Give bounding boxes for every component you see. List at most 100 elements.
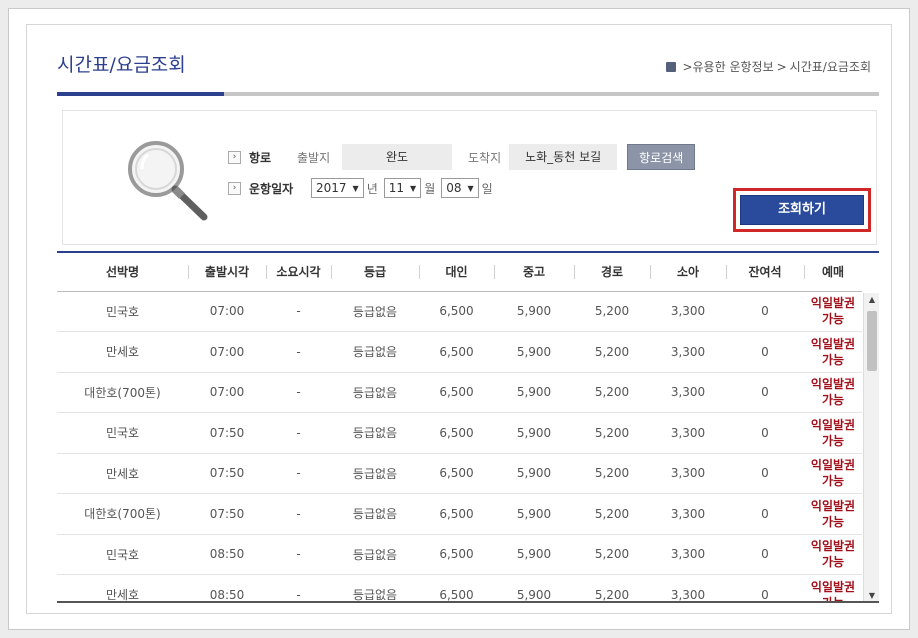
table-cell: 3,300 xyxy=(650,574,726,601)
table-cell: 만세호 xyxy=(57,331,188,373)
year-unit: 년 xyxy=(366,181,378,196)
day-unit: 일 xyxy=(481,181,493,196)
reservation-status: 익일발권 가능 xyxy=(804,493,862,535)
table-cell: 6,500 xyxy=(419,574,494,601)
table-cell: 등급없음 xyxy=(331,493,419,535)
breadcrumb-item-current[interactable]: 시간표/요금조회 xyxy=(790,58,871,75)
bullet-arrow-icon: › xyxy=(228,181,241,195)
schedule-table-container: 선박명 출발시각 소요시각 등급 대인 중고 경로 소아 잔여석 예매 민국호 07:00- 등급없음… xyxy=(57,251,879,601)
table-cell: 5,200 xyxy=(574,493,650,535)
route-label: 항로 xyxy=(249,150,272,165)
table-scrollbar[interactable]: ▲ ▼ xyxy=(863,293,879,601)
column-header: 출발시각 xyxy=(188,253,266,292)
table-cell: 0 xyxy=(726,493,804,535)
day-select[interactable]: 08 ▼ xyxy=(441,178,479,198)
table-cell: 5,900 xyxy=(494,372,574,413)
table-cell: 0 xyxy=(726,412,804,454)
query-button-highlight: 조회하기 xyxy=(733,188,871,232)
schedule-table: 선박명 출발시각 소요시각 등급 대인 중고 경로 소아 잔여석 예매 민국호 07:00- 등급없음… xyxy=(57,253,862,601)
table-cell: 등급없음 xyxy=(331,534,419,575)
table-cell: 등급없음 xyxy=(331,574,419,601)
year-select[interactable]: 2017 ▼ xyxy=(311,178,364,198)
breadcrumb-item-info[interactable]: >유용한 운항정보 xyxy=(682,58,773,75)
table-cell: 3,300 xyxy=(650,534,726,575)
table-row[interactable]: 만세호08:50-등급없음6,5005,9005,2003,3000익일발권 가… xyxy=(57,574,862,601)
table-cell: 07:00 xyxy=(188,291,266,332)
table-cell: 만세호 xyxy=(57,574,188,601)
column-header: 예매 xyxy=(804,253,862,292)
table-row[interactable]: 대한호(700톤) 07:00- 등급없음 6,500 5,900 5,200 3,300 0… xyxy=(57,372,862,413)
table-cell: 5,200 xyxy=(574,534,650,575)
table-row[interactable]: 대한호(700톤) 07:50- 등급없음 6,500 5,900 5,200 3,300 0… xyxy=(57,493,862,535)
table-cell: 0 xyxy=(726,372,804,413)
table-cell: 5,900 xyxy=(494,493,574,535)
table-row[interactable]: 만세호 07:50- 등급없음 6,500 5,900 5,200 3,300 0 익일발권 가… xyxy=(57,453,862,494)
scrollbar-thumb[interactable] xyxy=(867,311,877,371)
table-row[interactable]: 만세호 07:00- 등급없음 6,500 5,900 5,200 3,300 0 익일발권 가… xyxy=(57,331,862,373)
table-cell: 3,300 xyxy=(650,412,726,454)
table-cell: 0 xyxy=(726,291,804,332)
column-header: 경로 xyxy=(574,253,650,292)
scroll-up-icon[interactable]: ▲ xyxy=(864,293,879,307)
route-row: › 항로 출발지 완도 도착지 노화_동천 보길 항로검색 xyxy=(228,144,696,170)
table-cell: 등급없음 xyxy=(331,372,419,413)
month-value: 11 xyxy=(388,181,405,195)
table-cell: 5,900 xyxy=(494,534,574,575)
arrival-label: 도착지 xyxy=(468,150,502,165)
reservation-status: 익일발권 가능 xyxy=(804,331,862,373)
table-cell: - xyxy=(266,534,331,575)
table-cell: 07:00 xyxy=(188,331,266,373)
year-value: 2017 xyxy=(316,181,347,195)
month-select[interactable]: 11 ▼ xyxy=(383,178,422,198)
table-cell: 6,500 xyxy=(419,412,494,454)
table-row[interactable]: 민국호 07:00- 등급없음 6,500 5,900 5,200 3,300 0 익일발권 가… xyxy=(57,291,862,332)
breadcrumb: >유용한 운항정보 > 시간표/요금조회 xyxy=(666,58,871,75)
reservation-status: 익일발권 가능 xyxy=(804,372,862,413)
table-cell: 민국호 xyxy=(57,291,188,332)
table-bottom-border xyxy=(57,601,879,603)
table-cell: - xyxy=(266,291,331,332)
table-cell: 6,500 xyxy=(419,372,494,413)
table-cell: 07:50 xyxy=(188,412,266,454)
table-cell: 07:00 xyxy=(188,372,266,413)
table-cell: 대한호(700톤) xyxy=(57,493,188,535)
column-header: 소요시각 xyxy=(266,253,331,292)
column-header: 중고 xyxy=(494,253,574,292)
query-button[interactable]: 조회하기 xyxy=(740,195,864,225)
departure-field[interactable]: 완도 xyxy=(342,144,452,170)
table-cell: 5,900 xyxy=(494,574,574,601)
table-cell: - xyxy=(266,372,331,413)
table-row[interactable]: 민국호 08:50- 등급없음 6,500 5,900 5,200 3,300 0 익일발권 가… xyxy=(57,534,862,575)
search-panel: › 항로 출발지 완도 도착지 노화_동천 보길 항로검색 › 운항일자 201… xyxy=(62,110,877,245)
table-cell: 0 xyxy=(726,534,804,575)
chevron-down-icon: ▼ xyxy=(410,183,417,193)
magnifier-icon xyxy=(128,141,208,221)
table-cell: 3,300 xyxy=(650,372,726,413)
route-search-button[interactable]: 항로검색 xyxy=(627,144,696,170)
scroll-down-icon[interactable]: ▼ xyxy=(864,589,879,601)
table-cell: 08:50 xyxy=(188,534,266,575)
table-cell: 6,500 xyxy=(419,453,494,494)
breadcrumb-separator: > xyxy=(776,59,787,74)
table-body: 민국호 07:00- 등급없음 6,500 5,900 5,200 3,300 0 익일발권 가… xyxy=(57,291,862,601)
table-cell: 6,500 xyxy=(419,291,494,332)
table-header-row: 선박명 출발시각 소요시각 등급 대인 중고 경로 소아 잔여석 예매 xyxy=(57,253,862,292)
title-divider-accent xyxy=(57,92,224,96)
table-cell: 0 xyxy=(726,574,804,601)
table-cell: 6,500 xyxy=(419,331,494,373)
table-row[interactable]: 민국호 07:50- 등급없음 6,500 5,900 5,200 3,300 0 익일발권 가… xyxy=(57,412,862,454)
table-cell: 6,500 xyxy=(419,493,494,535)
table-cell: 5,200 xyxy=(574,331,650,373)
arrival-field[interactable]: 노화_동천 보길 xyxy=(509,144,618,170)
table-cell: - xyxy=(266,331,331,373)
table-cell: 5,200 xyxy=(574,372,650,413)
table-cell: 07:50 xyxy=(188,493,266,535)
table-cell: 등급없음 xyxy=(331,412,419,454)
screenshot-frame: 시간표/요금조회 >유용한 운항정보 > 시간표/요금조회 › 항로 출발지 완… xyxy=(8,8,910,630)
chevron-down-icon: ▼ xyxy=(352,183,359,193)
table-cell: 민국호 xyxy=(57,534,188,575)
reservation-status: 익일발권 가능 xyxy=(804,412,862,454)
home-icon[interactable] xyxy=(666,61,677,72)
reservation-status: 익일발권 가능 xyxy=(804,453,862,494)
table-cell: 6,500 xyxy=(419,534,494,575)
